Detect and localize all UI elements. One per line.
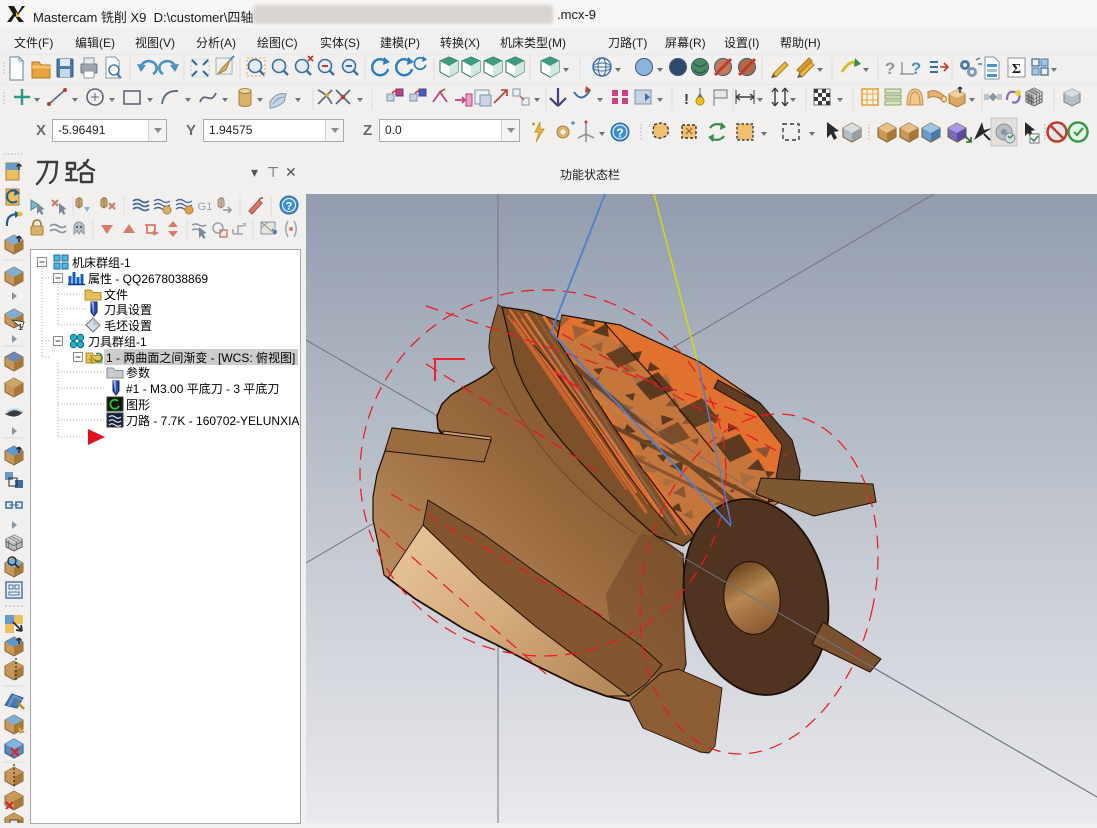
svg-text:?: ? [286,201,293,213]
svg-text:1: 1 [18,322,23,332]
svg-text:?: ? [616,126,623,140]
svg-text:?: ? [885,59,895,78]
svg-text:G1: G1 [198,201,213,213]
svg-text:!: ! [684,91,689,108]
svg-text:Σ: Σ [1012,62,1021,77]
svg-text:?: ? [911,59,921,78]
